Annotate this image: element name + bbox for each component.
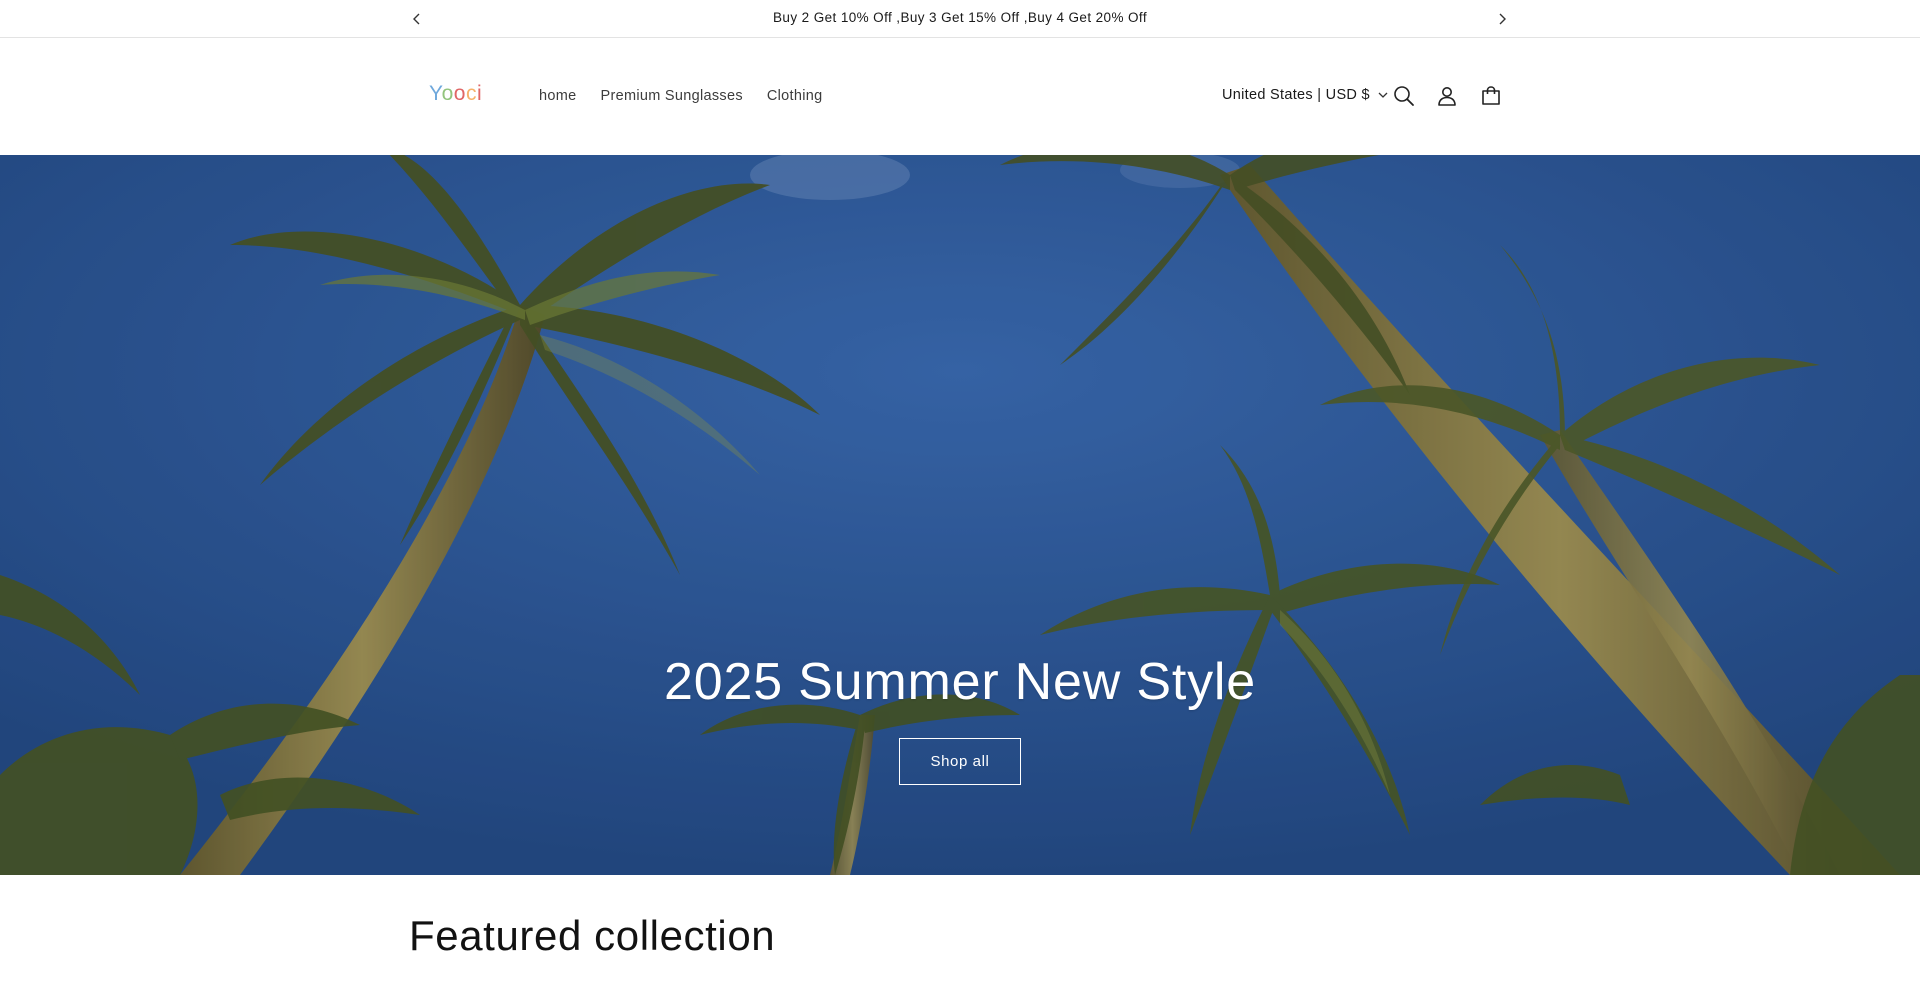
featured-collection-title: Featured collection: [409, 912, 776, 959]
logo-letter: o: [453, 82, 466, 105]
site-header: Yooci home Premium Sunglasses Clothing U…: [0, 38, 1920, 155]
locale-label: United States | USD $: [1222, 87, 1370, 103]
cart-icon[interactable]: [1475, 80, 1507, 112]
announcement-text: Buy 2 Get 10% Off ,Buy 3 Get 15% Off ,Bu…: [773, 10, 1147, 25]
logo-letter: o: [441, 82, 454, 105]
main-nav: home Premium Sunglasses Clothing: [527, 86, 835, 106]
nav-link-premium-sunglasses[interactable]: Premium Sunglasses: [588, 86, 754, 106]
account-icon[interactable]: [1431, 80, 1463, 112]
chevron-down-icon: [1378, 85, 1388, 105]
logo[interactable]: Yooci: [429, 82, 482, 106]
nav-link-home[interactable]: home: [527, 86, 588, 106]
announcement-bar: Buy 2 Get 10% Off ,Buy 3 Get 15% Off ,Bu…: [0, 0, 1920, 38]
search-icon[interactable]: [1388, 80, 1420, 112]
country-currency-selector[interactable]: United States | USD $: [1222, 85, 1388, 105]
hero-banner: 2025 Summer New Style Shop all: [0, 155, 1920, 875]
hero-title: 2025 Summer New Style: [664, 653, 1256, 711]
shop-all-button[interactable]: Shop all: [899, 738, 1021, 785]
logo-letter: i: [476, 82, 483, 105]
logo-letter: c: [465, 82, 477, 105]
nav-link-clothing[interactable]: Clothing: [755, 86, 835, 106]
logo-letter: Y: [429, 82, 442, 105]
chevron-right-icon[interactable]: [1492, 9, 1512, 29]
